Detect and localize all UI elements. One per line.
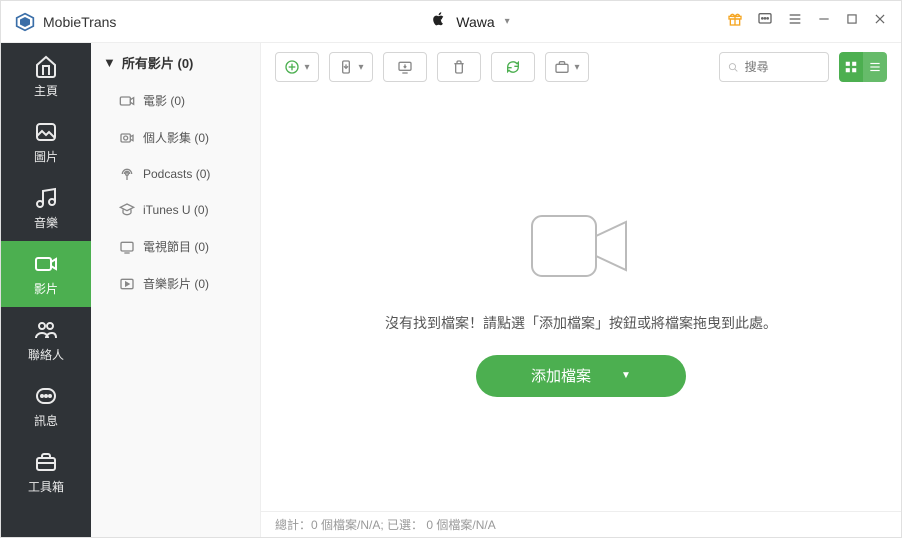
chevron-down-icon: ▾ xyxy=(304,62,309,73)
app-title: MobieTrans xyxy=(43,14,116,30)
search-box[interactable] xyxy=(719,52,829,82)
apple-icon xyxy=(432,12,446,31)
empty-message: 沒有找到檔案！請點選「添加檔案」按鈕或將檔案拖曳到此處。 xyxy=(385,313,777,333)
app-body: 主頁 圖片 音樂 影片 聯絡人 訊息 xyxy=(1,43,901,537)
category-item-itunesu[interactable]: iTunes U (0) xyxy=(91,192,260,228)
gift-icon[interactable] xyxy=(727,11,743,32)
status-text: 總計：0 個檔案/N/A; 已選： 0 個檔案/N/A xyxy=(275,516,496,533)
category-item-label: 音樂影片 (0) xyxy=(143,275,209,292)
add-button[interactable]: ▾ xyxy=(275,52,319,82)
sidebar-item-label: 影片 xyxy=(34,280,58,297)
device-name: Wawa xyxy=(456,14,494,30)
triangle-down-icon: ▼ xyxy=(621,370,631,381)
sidebar-item-toolbox[interactable]: 工具箱 xyxy=(1,439,91,505)
status-bar: 總計：0 個檔案/N/A; 已選： 0 個檔案/N/A xyxy=(261,511,901,537)
sidebar-item-music[interactable]: 音樂 xyxy=(1,175,91,241)
view-toggle xyxy=(839,52,887,82)
device-selector[interactable]: Wawa ▾ xyxy=(215,12,727,31)
video-camera-icon xyxy=(526,206,636,291)
category-item-label: 電影 (0) xyxy=(143,92,185,109)
sidebar-item-label: 訊息 xyxy=(34,412,58,429)
sidebar-item-label: 主頁 xyxy=(34,82,58,99)
category-item-tvshows[interactable]: 電視節目 (0) xyxy=(91,228,260,265)
export-to-device-button[interactable]: ▾ xyxy=(329,52,373,82)
export-to-pc-button[interactable] xyxy=(383,52,427,82)
title-bar-right xyxy=(727,11,887,32)
sidebar-item-label: 工具箱 xyxy=(28,478,64,495)
minimize-button[interactable] xyxy=(817,12,831,31)
delete-button[interactable] xyxy=(437,52,481,82)
grid-view-button[interactable] xyxy=(839,52,863,82)
triangle-down-icon: ▼ xyxy=(103,55,116,70)
menu-icon[interactable] xyxy=(787,11,803,32)
feedback-icon[interactable] xyxy=(757,11,773,32)
category-item-label: iTunes U (0) xyxy=(143,203,209,217)
sidebar-item-videos[interactable]: 影片 xyxy=(1,241,91,307)
title-bar: MobieTrans Wawa ▾ xyxy=(1,1,901,43)
add-file-button-label: 添加檔案 xyxy=(531,365,591,386)
sidebar: 主頁 圖片 音樂 影片 聯絡人 訊息 xyxy=(1,43,91,537)
add-file-button[interactable]: 添加檔案 ▼ xyxy=(476,355,686,397)
category-item-label: 個人影集 (0) xyxy=(143,129,209,146)
sidebar-item-photos[interactable]: 圖片 xyxy=(1,109,91,175)
folder-button[interactable]: ▾ xyxy=(545,52,589,82)
category-item-homevideos[interactable]: 個人影集 (0) xyxy=(91,119,260,156)
category-panel: ▼ 所有影片 (0) 電影 (0) 個人影集 (0) Podcasts (0) xyxy=(91,43,261,537)
category-list: 電影 (0) 個人影集 (0) Podcasts (0) iTunes U (0… xyxy=(91,82,260,302)
sidebar-item-label: 圖片 xyxy=(34,148,58,165)
category-item-musicvideos[interactable]: 音樂影片 (0) xyxy=(91,265,260,302)
sidebar-item-label: 音樂 xyxy=(34,214,58,231)
category-header[interactable]: ▼ 所有影片 (0) xyxy=(91,43,260,82)
title-bar-left: MobieTrans xyxy=(15,12,215,32)
app-window: MobieTrans Wawa ▾ xyxy=(0,0,902,538)
category-item-podcasts[interactable]: Podcasts (0) xyxy=(91,156,260,192)
sidebar-item-label: 聯絡人 xyxy=(28,346,64,363)
category-item-movies[interactable]: 電影 (0) xyxy=(91,82,260,119)
close-button[interactable] xyxy=(873,12,887,31)
chevron-down-icon: ▾ xyxy=(505,16,510,27)
chevron-down-icon: ▾ xyxy=(574,62,579,73)
sidebar-item-home[interactable]: 主頁 xyxy=(1,43,91,109)
app-logo-icon xyxy=(15,12,35,32)
list-view-button[interactable] xyxy=(863,52,887,82)
refresh-button[interactable] xyxy=(491,52,535,82)
empty-state: 沒有找到檔案！請點選「添加檔案」按鈕或將檔案拖曳到此處。 添加檔案 ▼ xyxy=(261,91,901,511)
category-header-label: 所有影片 (0) xyxy=(122,53,194,72)
sidebar-item-messages[interactable]: 訊息 xyxy=(1,373,91,439)
main-area: ▾ ▾ ▾ xyxy=(261,43,901,537)
chevron-down-icon: ▾ xyxy=(358,62,363,73)
search-icon xyxy=(728,61,739,74)
toolbar: ▾ ▾ ▾ xyxy=(261,43,901,91)
category-item-label: Podcasts (0) xyxy=(143,167,210,181)
search-input[interactable] xyxy=(745,60,820,74)
sidebar-item-contacts[interactable]: 聯絡人 xyxy=(1,307,91,373)
maximize-button[interactable] xyxy=(845,12,859,31)
category-item-label: 電視節目 (0) xyxy=(143,238,209,255)
